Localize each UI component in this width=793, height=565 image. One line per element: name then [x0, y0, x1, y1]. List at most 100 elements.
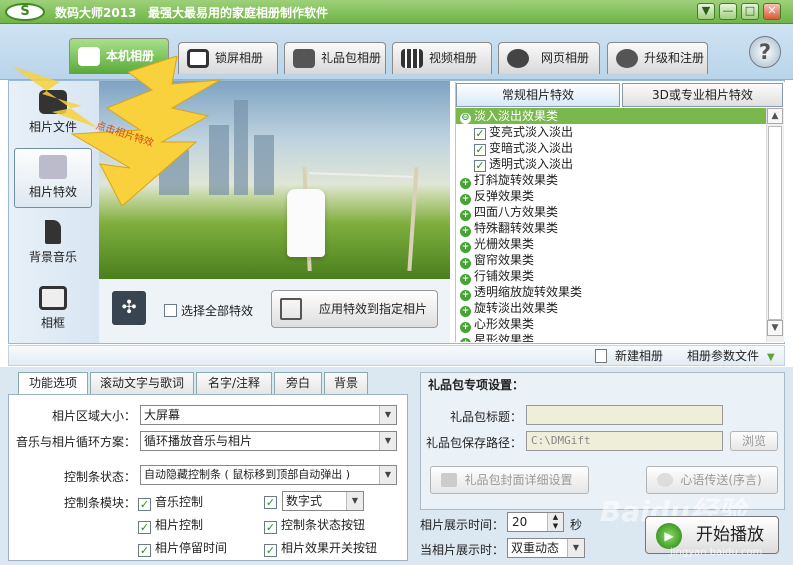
- control-module-label: 控制条模块：: [63, 496, 136, 510]
- tab-local-album[interactable]: 本机相册: [69, 38, 169, 74]
- gift-settings-title: 礼品包专项设置：: [428, 378, 525, 392]
- effect-category[interactable]: + 光栅效果类: [456, 236, 766, 253]
- effect-category[interactable]: ⊖ 淡入淡出效果类: [456, 108, 766, 124]
- film-icon: [401, 49, 423, 68]
- chevron-down-icon: ▼: [767, 352, 775, 363]
- photo-control-checkbox[interactable]: ✓: [138, 521, 151, 534]
- effect-label: 四面八方效果类: [474, 205, 559, 219]
- tab-function-options[interactable]: 功能选项: [18, 372, 88, 395]
- tab-name-notes[interactable]: 名字/注释: [196, 372, 272, 394]
- effect-category[interactable]: + 心形效果类: [456, 316, 766, 333]
- scroll-up-button[interactable]: ▲: [767, 108, 783, 124]
- app-logo-icon: S: [5, 3, 45, 21]
- effect-label: 特殊翻转效果类: [474, 221, 559, 235]
- effect-category[interactable]: + 旋转淡出效果类: [456, 300, 766, 317]
- digital-style-select[interactable]: 数字式 ▼: [282, 491, 364, 511]
- gift-icon: [441, 473, 457, 487]
- gift-title-input[interactable]: [526, 405, 723, 425]
- effect-checkbox[interactable]: ✓: [474, 160, 486, 172]
- effect-item[interactable]: ✓ 变暗式淡入淡出: [456, 140, 766, 156]
- new-album-button[interactable]: 新建相册: [595, 347, 663, 364]
- effect-category[interactable]: + 特殊翻转效果类: [456, 220, 766, 237]
- effect-checkbox[interactable]: ✓: [474, 128, 486, 140]
- effect-checkbox[interactable]: ✓: [474, 144, 486, 156]
- effect-toggle-checkbox[interactable]: ✓: [264, 544, 277, 557]
- tab-video-album[interactable]: 视频相册: [392, 42, 492, 74]
- close-button[interactable]: ✕: [763, 3, 781, 20]
- effect-category[interactable]: + 反弹效果类: [456, 188, 766, 205]
- apply-check-icon: [280, 298, 302, 320]
- effect-label: 星形效果类: [474, 333, 535, 342]
- option-digital[interactable]: ✓: [264, 493, 281, 509]
- tab-narration[interactable]: 旁白: [274, 372, 322, 394]
- photo-stay-time-checkbox[interactable]: ✓: [138, 544, 151, 557]
- scroll-down-button[interactable]: ▼: [767, 320, 783, 336]
- loop-select[interactable]: 循环播放音乐与相片 ▼: [140, 431, 397, 451]
- tab-3d-effects[interactable]: 3D或专业相片特效: [622, 83, 783, 107]
- option-photo-stay-time[interactable]: ✓ 相片停留时间: [138, 539, 227, 557]
- album-toolbar: [8, 345, 785, 366]
- help-button[interactable]: ?: [749, 36, 781, 68]
- digital-checkbox[interactable]: ✓: [264, 496, 277, 509]
- loop-label: 音乐与相片循环方案：: [15, 435, 136, 449]
- when-display-select[interactable]: 双重动态 ▼: [507, 538, 585, 558]
- chevron-down-icon: ▼: [379, 466, 396, 484]
- effect-category[interactable]: + 打斜旋转效果类: [456, 172, 766, 189]
- collapse-icon[interactable]: ⊖: [460, 113, 471, 124]
- nav-photo-frame[interactable]: 相框: [14, 280, 92, 340]
- tab-upgrade-register[interactable]: 升级和注册: [607, 42, 708, 74]
- effect-label: 窗帘效果类: [474, 253, 535, 267]
- effect-category[interactable]: + 透明缩放旋转效果类: [456, 284, 766, 301]
- effect-label: 变亮式淡入淡出: [489, 125, 574, 139]
- decrement-button[interactable]: ▼: [547, 522, 563, 531]
- play-icon: ▶: [656, 523, 682, 549]
- display-time-input[interactable]: 20 ▲ ▼: [507, 512, 564, 532]
- effect-item[interactable]: ✓ 变亮式淡入淡出: [456, 124, 766, 140]
- effect-category[interactable]: + 窗帘效果类: [456, 252, 766, 269]
- tab-web-album[interactable]: 网页相册: [498, 42, 600, 74]
- chevron-down-icon: ▼: [346, 492, 363, 510]
- effect-category[interactable]: + 四面八方效果类: [456, 204, 766, 221]
- area-size-select[interactable]: 大屏幕 ▼: [140, 405, 397, 425]
- option-control-state-button[interactable]: ✓ 控制条状态按钮: [264, 516, 365, 534]
- save-path-label: 礼品包保存路径：: [425, 436, 522, 450]
- effect-label: 变暗式淡入淡出: [489, 141, 574, 155]
- select-all-checkbox[interactable]: [164, 304, 177, 317]
- browse-button[interactable]: 浏览: [730, 431, 778, 451]
- gift-title-label: 礼品包标题：: [449, 410, 522, 424]
- effect-category[interactable]: + 行铺效果类: [456, 268, 766, 285]
- tab-gift-album[interactable]: 礼品包相册: [284, 42, 386, 74]
- expand-icon[interactable]: +: [460, 338, 471, 342]
- control-state-select[interactable]: 自动隐藏控制条 ( 鼠标移到顶部自动弹出 ) ▼: [140, 465, 397, 485]
- effect-category[interactable]: +星形效果类: [456, 332, 766, 342]
- chevron-down-icon: ▼: [379, 406, 396, 424]
- scroll-thumb[interactable]: [768, 126, 782, 320]
- tab-regular-effects[interactable]: 常规相片特效: [456, 83, 620, 107]
- effect-label: 淡入淡出效果类: [474, 109, 559, 123]
- tab-scroll-text-lyrics[interactable]: 滚动文字与歌词: [90, 372, 194, 394]
- heart-icon: [657, 473, 673, 487]
- option-effect-toggle-button[interactable]: ✓ 相片效果开关按钮: [264, 539, 377, 557]
- control-state-button-checkbox[interactable]: ✓: [264, 521, 277, 534]
- increment-button[interactable]: ▲: [547, 513, 563, 522]
- shuffle-effects-icon[interactable]: ✣: [112, 291, 146, 325]
- nav-photo-effects[interactable]: 相片特效: [14, 148, 92, 208]
- minimize-button[interactable]: —: [719, 3, 737, 20]
- tab-lockscreen-album[interactable]: 锁屏相册: [178, 42, 278, 74]
- when-display-label: 当相片展示时：: [420, 543, 505, 557]
- select-all-effects[interactable]: 选择全部特效: [160, 302, 253, 319]
- save-path-input[interactable]: C:\DMGift: [526, 431, 723, 451]
- tab-background[interactable]: 背景: [324, 372, 368, 394]
- effect-item[interactable]: ✓ 透明式淡入淡出: [456, 156, 766, 172]
- album-params-button[interactable]: 相册参数文件 ▼: [687, 347, 775, 364]
- globe-icon: [616, 49, 638, 68]
- nav-photo-files[interactable]: 相片文件: [14, 84, 92, 144]
- music-control-checkbox[interactable]: ✓: [138, 498, 151, 511]
- display-time-label: 相片展示时间：: [420, 518, 505, 532]
- nav-background-music[interactable]: 背景音乐: [14, 214, 92, 274]
- gift-cover-button[interactable]: 礼品包封面详细设置: [430, 466, 589, 494]
- option-photo-control[interactable]: ✓ 相片控制: [138, 516, 203, 534]
- menu-dropdown-button[interactable]: ▼: [697, 3, 715, 20]
- option-music-control[interactable]: ✓ 音乐控制: [138, 493, 203, 511]
- maximize-button[interactable]: □: [741, 3, 759, 20]
